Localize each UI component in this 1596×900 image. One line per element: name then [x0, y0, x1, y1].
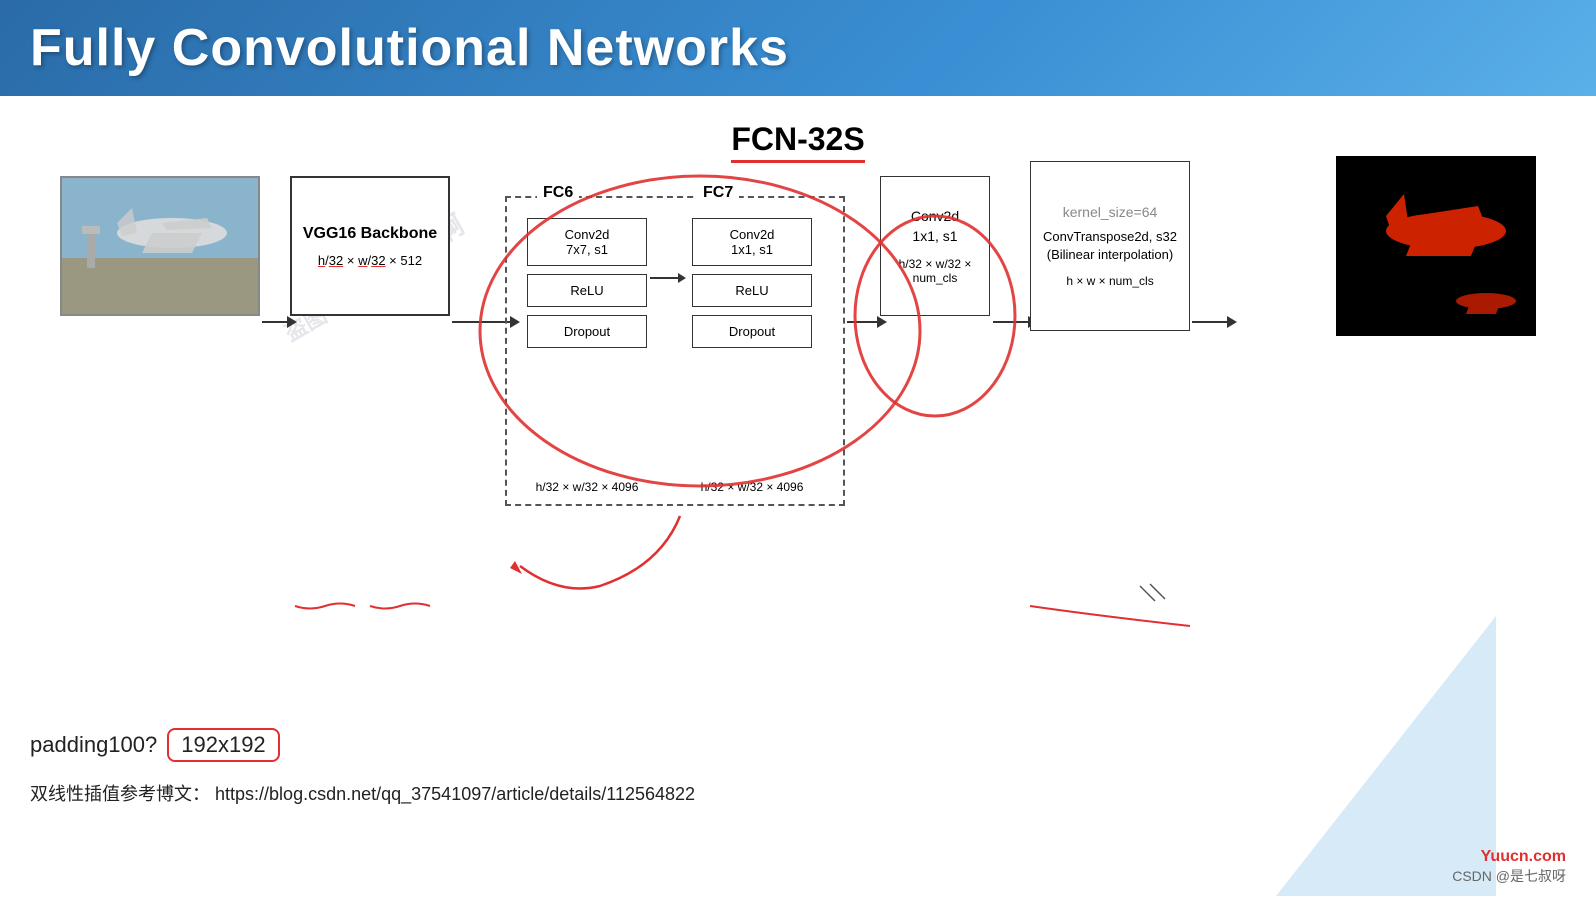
conv-after-label: Conv2d1x1, s1: [911, 207, 959, 246]
conv-transpose-dim: h × w × num_cls: [1066, 274, 1153, 288]
padding-label: padding100?: [30, 732, 157, 758]
blue-triangle-decoration: [1276, 616, 1496, 896]
fc6-column: Conv2d7x7, s1 ReLU Dropout: [527, 218, 647, 356]
fc7-relu: ReLU: [692, 274, 812, 307]
reference-label: 双线性插值参考博文：: [30, 784, 210, 804]
fc6-relu: ReLU: [527, 274, 647, 307]
vgg-dim: h/32 × w/32 × 512: [318, 253, 422, 268]
fc7-label: FC7: [697, 184, 739, 202]
csdn-text: CSDN @是七叔呀: [1452, 866, 1566, 886]
arrow-fc-conv: [847, 316, 887, 328]
bottom-annotations: padding100? 192x192 双线性插值参考博文： https://b…: [30, 728, 695, 806]
kernel-label: kernel_size=64: [1063, 204, 1158, 220]
yuucn-watermark: Yuucn.com: [1481, 848, 1566, 866]
fc6-dropout: Dropout: [527, 315, 647, 348]
fcn-title-container: FCN-32S: [0, 121, 1596, 158]
fc6-dim: h/32 × w/32 × 4096: [512, 480, 662, 494]
reference-row: 双线性插值参考博文： https://blog.csdn.net/qq_3754…: [30, 780, 695, 806]
fc6-fc7-arrow: [650, 273, 686, 283]
page-title: Fully Convolutional Networks: [30, 19, 789, 77]
vgg-box: VGG16 Backbone h/32 × w/32 × 512: [290, 176, 450, 316]
input-image: [60, 176, 260, 316]
output-image: [1336, 156, 1536, 336]
fc7-dropout: Dropout: [692, 315, 812, 348]
input-image-svg: [62, 178, 260, 316]
header: Fully Convolutional Networks: [0, 0, 1596, 96]
conv-transpose-label: ConvTranspose2d, s32(Bilinear interpolat…: [1043, 228, 1177, 264]
fc7-conv: Conv2d1x1, s1: [692, 218, 812, 266]
fc7-column: Conv2d1x1, s1 ReLU Dropout: [692, 218, 812, 356]
padding-row: padding100? 192x192: [30, 728, 695, 762]
vgg-label: VGG16 Backbone: [303, 225, 437, 243]
padding-value: 192x192: [167, 728, 279, 762]
conv-after-dim: h/32 × w/32 × num_cls: [881, 257, 989, 285]
fc6-conv: Conv2d7x7, s1: [527, 218, 647, 266]
main-content: FCN-32S 啊！是谁啊 盗图可耻 VGG16 Bac: [0, 96, 1596, 896]
output-svg: [1336, 156, 1536, 336]
conv-after-box: Conv2d1x1, s1 h/32 × w/32 × num_cls: [880, 176, 990, 316]
fc6-label: FC6: [537, 184, 579, 202]
arrow-output: [1192, 316, 1237, 328]
fc7-dim: h/32 × w/32 × 4096: [677, 480, 827, 494]
fcn-label: FCN-32S: [731, 121, 864, 158]
reference-url: https://blog.csdn.net/qq_37541097/articl…: [215, 784, 695, 804]
fcn-underline: [731, 160, 864, 163]
fc-group-box: FC6 FC7 Conv2d7x7, s1 ReLU Dropout Conv2…: [505, 196, 845, 506]
arrow-input-vgg: [262, 316, 297, 328]
conv-transpose-box: kernel_size=64 ConvTranspose2d, s32(Bili…: [1030, 161, 1190, 331]
